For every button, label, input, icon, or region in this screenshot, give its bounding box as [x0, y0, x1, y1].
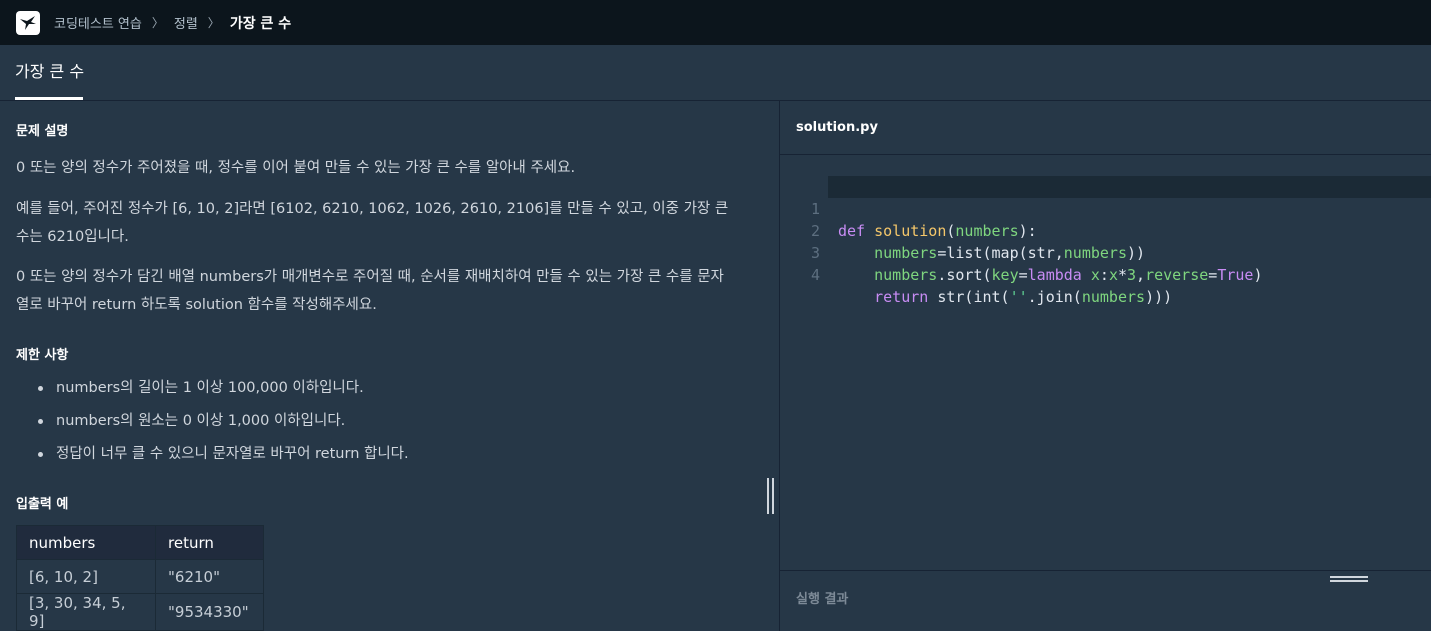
tab-problem[interactable]: 가장 큰 수: [15, 45, 84, 101]
examples-title: 입출력 예: [16, 497, 69, 512]
list-item: numbers의 길이는 1 이상 100,000 이하입니다.: [36, 374, 409, 407]
description-paragraph: 0 또는 양의 정수가 주어졌을 때, 정수를 이어 붙여 만들 수 있는 가장…: [16, 160, 576, 176]
breadcrumb-current: 가장 큰 수: [229, 15, 292, 32]
table-cell: [3, 30, 34, 5, 9]: [16, 593, 156, 631]
code-editor[interactable]: 1 def solution(numbers): 2 numbers=list(…: [780, 156, 1431, 570]
editor-header: solution.py: [780, 101, 1431, 155]
table-header-row: numbers return: [16, 525, 264, 560]
list-item: 정답이 너무 클 수 있으니 문자열로 바꾸어 return 합니다.: [36, 440, 409, 473]
constraints-list: numbers의 길이는 1 이상 100,000 이하입니다. numbers…: [36, 374, 409, 473]
breadcrumb: 코딩테스트 연습 〉 정렬 〉 가장 큰 수: [54, 13, 291, 33]
description-title: 문제 설명: [16, 124, 69, 139]
code-line: 1 def solution(numbers):: [780, 176, 1431, 240]
table-row: [6, 10, 2] "6210": [16, 559, 264, 594]
table-cell: "6210": [155, 559, 264, 594]
breadcrumb-item-coding-test[interactable]: 코딩테스트 연습: [54, 13, 142, 32]
problem-panel: 문제 설명 0 또는 양의 정수가 주어졌을 때, 정수를 이어 붙여 만들 수…: [0, 101, 779, 631]
top-navigation-bar: 코딩테스트 연습 〉 정렬 〉 가장 큰 수: [0, 0, 1431, 45]
tab-bar: 가장 큰 수: [0, 45, 1431, 101]
constraints-title: 제한 사항: [16, 348, 69, 363]
code-text: numbers.sort(key=lambda x:x*3,reverse=Tr…: [874, 266, 1263, 284]
table-cell: [6, 10, 2]: [16, 559, 156, 594]
vertical-resize-handle-icon[interactable]: [765, 478, 776, 514]
programmers-logo-icon[interactable]: [16, 10, 40, 35]
result-title: 실행 결과: [796, 592, 849, 607]
code-text: return str(int(''.join(numbers))): [874, 288, 1173, 306]
file-name: solution.py: [796, 120, 878, 135]
code-line: 4 return str(int(''.join(numbers))): [780, 242, 1431, 306]
breadcrumb-item-sort[interactable]: 정렬: [174, 13, 198, 32]
line-number: 4: [810, 266, 820, 284]
code-line: 3 numbers.sort(key=lambda x:x*3,reverse=…: [780, 220, 1431, 284]
editor-panel: solution.py 1 def solution(numbers): 2 n…: [779, 101, 1431, 631]
table-header: numbers: [16, 525, 156, 560]
list-item: numbers의 원소는 0 이상 1,000 이하입니다.: [36, 407, 409, 440]
horizontal-resize-handle-icon[interactable]: [1330, 576, 1368, 584]
table-cell: "9534330": [155, 593, 264, 631]
chevron-right-icon: 〉: [151, 16, 164, 30]
tab-active-indicator: [15, 97, 83, 100]
description-paragraph: 예를 들어, 주어진 정수가 [6, 10, 2]라면 [6102, 6210,…: [16, 201, 729, 245]
result-panel: 실행 결과: [780, 570, 1431, 631]
table-row: [3, 30, 34, 5, 9] "9534330": [16, 593, 264, 631]
table-header: return: [155, 525, 264, 560]
examples-table: numbers return [6, 10, 2] "6210" [3, 30,…: [16, 525, 264, 631]
description-paragraph: 0 또는 양의 정수가 담긴 배열 numbers가 매개변수로 주어질 때, …: [16, 269, 724, 313]
chevron-right-icon: 〉: [207, 16, 220, 30]
code-line: 2 numbers=list(map(str,numbers)): [780, 198, 1431, 262]
